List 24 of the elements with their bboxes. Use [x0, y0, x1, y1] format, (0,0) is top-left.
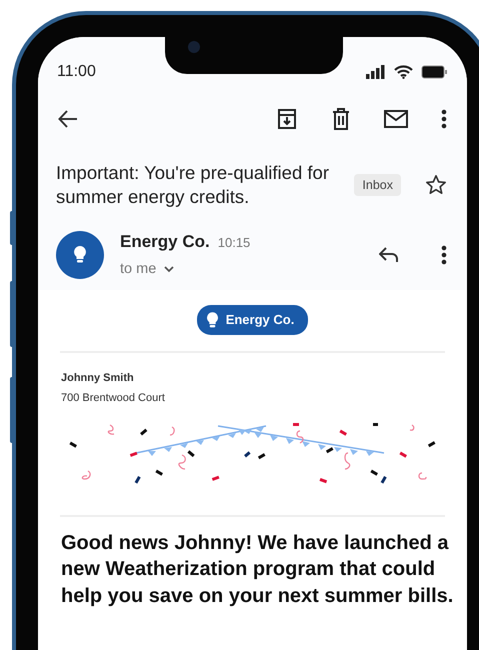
star-icon[interactable] [425, 174, 447, 196]
email-headline: Good news Johnny! We have launched a new Weatherization program that could help you save on your next summer bills. [60, 530, 454, 608]
email-subject: Important: You're pre-qualified for summer energy credits. [56, 161, 330, 209]
email-time: 10:15 [218, 234, 250, 252]
more-options-icon[interactable] [441, 244, 447, 265]
signal-icon [366, 65, 386, 79]
addressee-address: 700 Brentwood Court [61, 391, 166, 406]
sender-name: Energy Co. [120, 231, 210, 253]
addressee-name: Johnny Smith [61, 370, 135, 386]
chevron-down-icon[interactable] [164, 266, 174, 273]
wifi-icon [394, 65, 413, 79]
mail-icon[interactable] [384, 110, 408, 128]
lightbulb-icon [206, 312, 218, 328]
delete-icon[interactable] [331, 108, 351, 130]
archive-icon[interactable] [276, 108, 298, 130]
more-options-icon[interactable] [441, 109, 447, 129]
status-time: 11:00 [57, 62, 96, 82]
lightbulb-icon [74, 246, 86, 264]
recipient-text: to me [120, 260, 156, 278]
back-arrow-icon[interactable] [58, 110, 78, 128]
logo-text: Energy Co. [226, 311, 294, 329]
battery-icon [421, 65, 447, 79]
reply-icon[interactable] [379, 246, 399, 263]
inbox-label[interactable]: Inbox [354, 174, 401, 196]
